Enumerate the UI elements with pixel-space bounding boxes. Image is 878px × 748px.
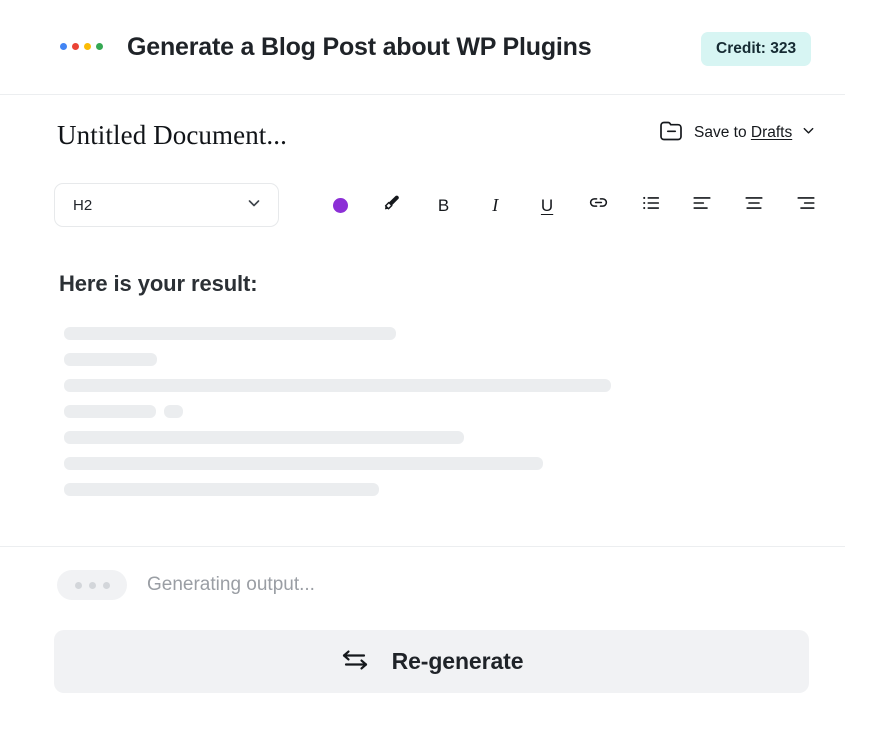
link-icon [587,191,610,219]
link-button[interactable] [584,190,614,220]
bold-label: B [438,197,449,214]
footer-divider [0,546,845,547]
generating-status: Generating output... [57,570,315,600]
italic-button[interactable]: I [480,190,510,220]
underline-button[interactable]: U [532,190,562,220]
highlighter-button[interactable] [377,190,407,220]
brand-dots-logo [60,43,103,50]
save-to-drafts-control[interactable]: Save to Drafts [658,118,816,147]
typing-indicator [57,570,127,600]
align-center-button[interactable] [739,190,769,220]
align-right-button[interactable] [791,190,821,220]
skeleton-bar [164,405,183,418]
skeleton-row [64,379,611,392]
skeleton-bar [64,379,611,392]
document-title[interactable]: Untitled Document... [57,120,287,151]
generating-status-label: Generating output... [147,574,315,596]
format-select[interactable]: H2 [54,183,279,227]
skeleton-bar [64,405,156,418]
credit-badge: Credit: 323 [701,32,811,66]
skeleton-bar [64,431,464,444]
skeleton-bar [64,353,157,366]
brand-dot-blue [60,43,67,50]
regenerate-button[interactable]: Re-generate [54,630,809,693]
italic-label: I [492,196,498,214]
bulleted-list-button[interactable] [636,190,666,220]
text-color-swatch[interactable] [325,190,355,220]
result-heading: Here is your result: [59,271,258,297]
typing-dot [75,582,82,589]
align-right-icon [795,192,817,219]
brand-dot-red [72,43,79,50]
skeleton-bar [64,457,543,470]
skeleton-row [64,327,396,340]
app-header: Generate a Blog Post about WP Plugins Cr… [0,0,845,95]
skeleton-row [64,353,157,366]
save-to-drafts-label: Save to Drafts [694,124,792,142]
folder-minus-icon [658,118,685,147]
underline-label: U [541,197,553,214]
skeleton-row [64,405,183,418]
formatting-toolbar: B I U [325,189,821,221]
bulleted-list-icon [640,192,662,219]
two-way-arrows-icon [340,647,370,676]
skeleton-bar [64,483,379,496]
brand-dot-yellow [84,43,91,50]
save-destination: Drafts [751,124,792,141]
skeleton-bar [64,327,396,340]
result-skeleton-placeholder [64,327,824,507]
page-title: Generate a Blog Post about WP Plugins [127,33,591,62]
color-dot-icon [333,198,348,213]
format-select-value: H2 [73,197,92,214]
regenerate-label: Re-generate [392,648,524,675]
bold-button[interactable]: B [429,190,459,220]
highlighter-icon [381,192,403,219]
skeleton-row [64,457,543,470]
typing-dot [89,582,96,589]
skeleton-row [64,483,379,496]
typing-dot [103,582,110,589]
chevron-down-icon [246,195,262,216]
app-window: Generate a Blog Post about WP Plugins Cr… [0,0,878,748]
save-prefix: Save to [694,124,751,141]
align-left-icon [691,192,713,219]
chevron-down-icon[interactable] [801,123,816,143]
align-left-button[interactable] [687,190,717,220]
align-center-icon [743,192,765,219]
brand-dot-green [96,43,103,50]
skeleton-row [64,431,464,444]
